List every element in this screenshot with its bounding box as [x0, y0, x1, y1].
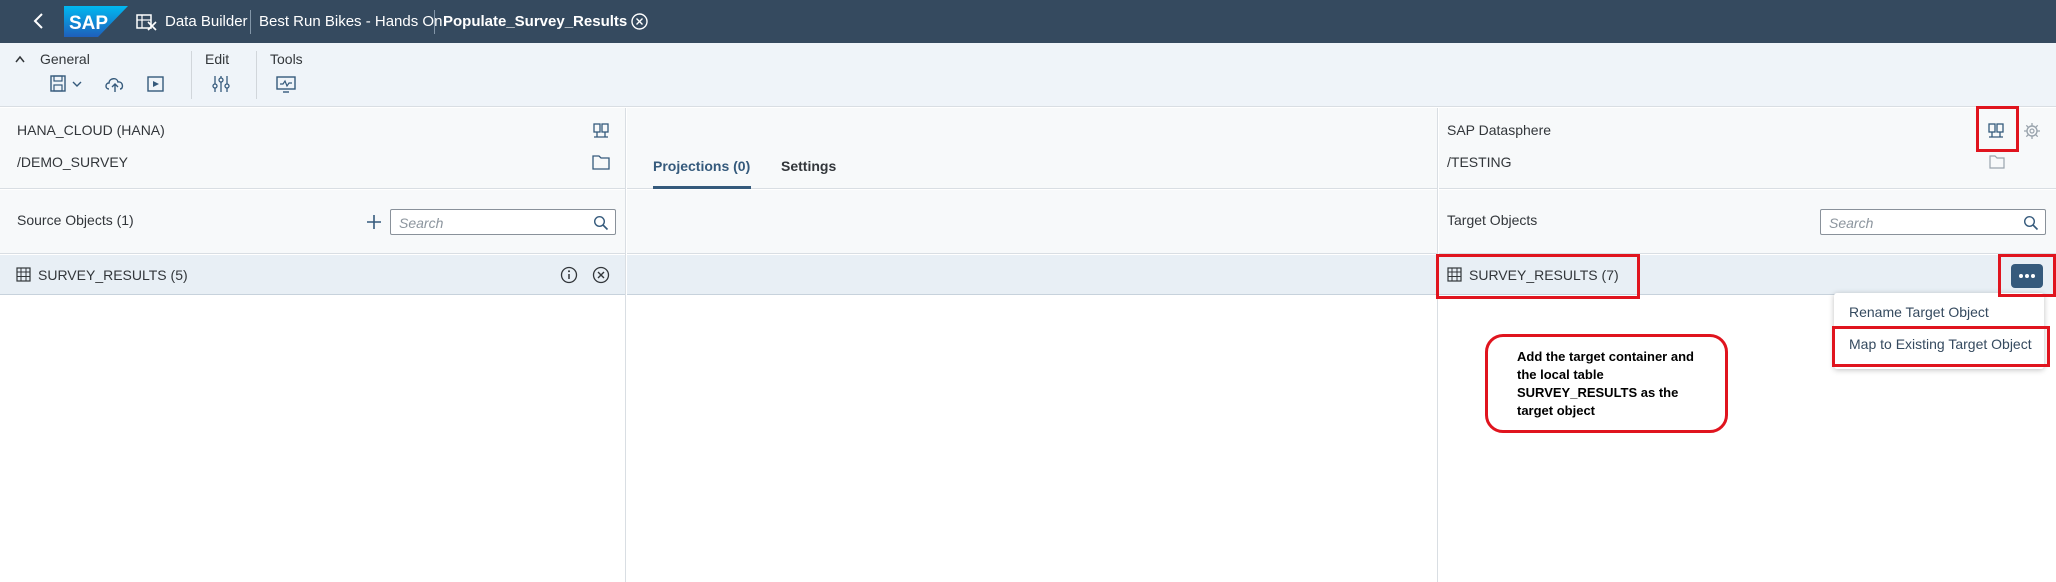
back-arrow-icon[interactable]	[28, 10, 50, 32]
highlight-more-actions	[1998, 254, 2056, 297]
svg-text:SAP: SAP	[69, 13, 108, 34]
middle-empty-area	[627, 296, 1437, 582]
target-objects-toolbar: Target Objects	[1439, 190, 2056, 254]
toolbar: General Edit Tools	[0, 43, 2056, 107]
gear-icon[interactable]	[2023, 122, 2041, 140]
breadcrumb-separator	[250, 10, 251, 34]
breadcrumb-data-builder[interactable]: Data Builder	[165, 13, 248, 30]
shell-bar: SAP Data Builder Best Run Bikes - Hands …	[0, 0, 2056, 43]
breadcrumb-separator	[434, 10, 435, 34]
folder-icon[interactable]	[592, 154, 610, 170]
toolbar-group-edit: Edit	[205, 51, 230, 67]
save-icon[interactable]	[48, 73, 70, 95]
toolbar-group-general: General	[40, 51, 90, 67]
info-icon[interactable]	[560, 266, 578, 284]
chevron-down-icon[interactable]	[70, 73, 84, 95]
middle-subheader	[627, 190, 1437, 254]
source-empty-area	[0, 296, 625, 582]
middle-row	[627, 255, 1437, 295]
folder-icon[interactable]	[1989, 155, 2005, 169]
deploy-icon[interactable]	[104, 73, 126, 95]
source-pane: HANA_CLOUD (HANA) /DEMO_SURVEY Source Ob…	[0, 108, 626, 582]
target-objects-label: Target Objects	[1447, 212, 1538, 228]
tab-settings[interactable]: Settings	[781, 158, 836, 174]
highlight-browse-connection	[1976, 106, 2019, 152]
source-header: HANA_CLOUD (HANA) /DEMO_SURVEY	[0, 108, 625, 189]
search-icon[interactable]	[2023, 215, 2039, 231]
menu-item-rename-target[interactable]: Rename Target Object	[1849, 304, 1989, 320]
data-builder-icon	[136, 14, 157, 31]
projections-pane: Projections (0) Settings	[627, 108, 1438, 582]
browse-connection-icon[interactable]	[592, 122, 610, 140]
tab-projections[interactable]: Projections (0)	[653, 158, 750, 174]
instruction-callout-text: Add the target container and the local t…	[1517, 349, 1694, 418]
target-search-field[interactable]	[1820, 209, 2046, 235]
search-icon[interactable]	[593, 215, 609, 231]
toolbar-separator	[256, 51, 257, 99]
target-header: SAP Datasphere /TESTING	[1439, 108, 2056, 189]
source-objects-label: Source Objects (1)	[17, 212, 134, 228]
target-container: /TESTING	[1447, 154, 1512, 170]
monitor-icon[interactable]	[275, 73, 297, 95]
close-icon[interactable]	[630, 12, 649, 31]
highlight-target-object	[1436, 254, 1640, 299]
source-objects-toolbar: Source Objects (1)	[0, 190, 625, 254]
sap-logo[interactable]: SAP	[64, 6, 128, 37]
active-tab-indicator	[653, 186, 751, 189]
settings-sliders-icon[interactable]	[210, 73, 232, 95]
source-search-input[interactable]	[399, 214, 583, 231]
source-search-field[interactable]	[390, 209, 616, 235]
target-connection: SAP Datasphere	[1447, 122, 1552, 138]
breadcrumb-space[interactable]: Best Run Bikes - Hands On	[259, 13, 442, 30]
table-icon	[16, 267, 31, 282]
breadcrumb-current-flow: Populate_Survey_Results	[443, 13, 628, 30]
source-object-name: SURVEY_RESULTS (5)	[38, 267, 188, 283]
run-icon[interactable]	[145, 73, 167, 95]
toolbar-group-tools: Tools	[270, 51, 303, 67]
source-object-row[interactable]: SURVEY_RESULTS (5)	[0, 255, 625, 295]
remove-icon[interactable]	[592, 266, 610, 284]
source-container: /DEMO_SURVEY	[17, 154, 128, 170]
source-connection: HANA_CLOUD (HANA)	[17, 122, 165, 138]
target-search-input[interactable]	[1829, 214, 2013, 231]
add-icon[interactable]	[365, 213, 383, 231]
toolbar-separator	[191, 51, 192, 99]
highlight-map-existing	[1832, 326, 2050, 367]
middle-header: Projections (0) Settings	[627, 108, 1437, 189]
collapse-chevron-icon[interactable]	[14, 54, 26, 64]
